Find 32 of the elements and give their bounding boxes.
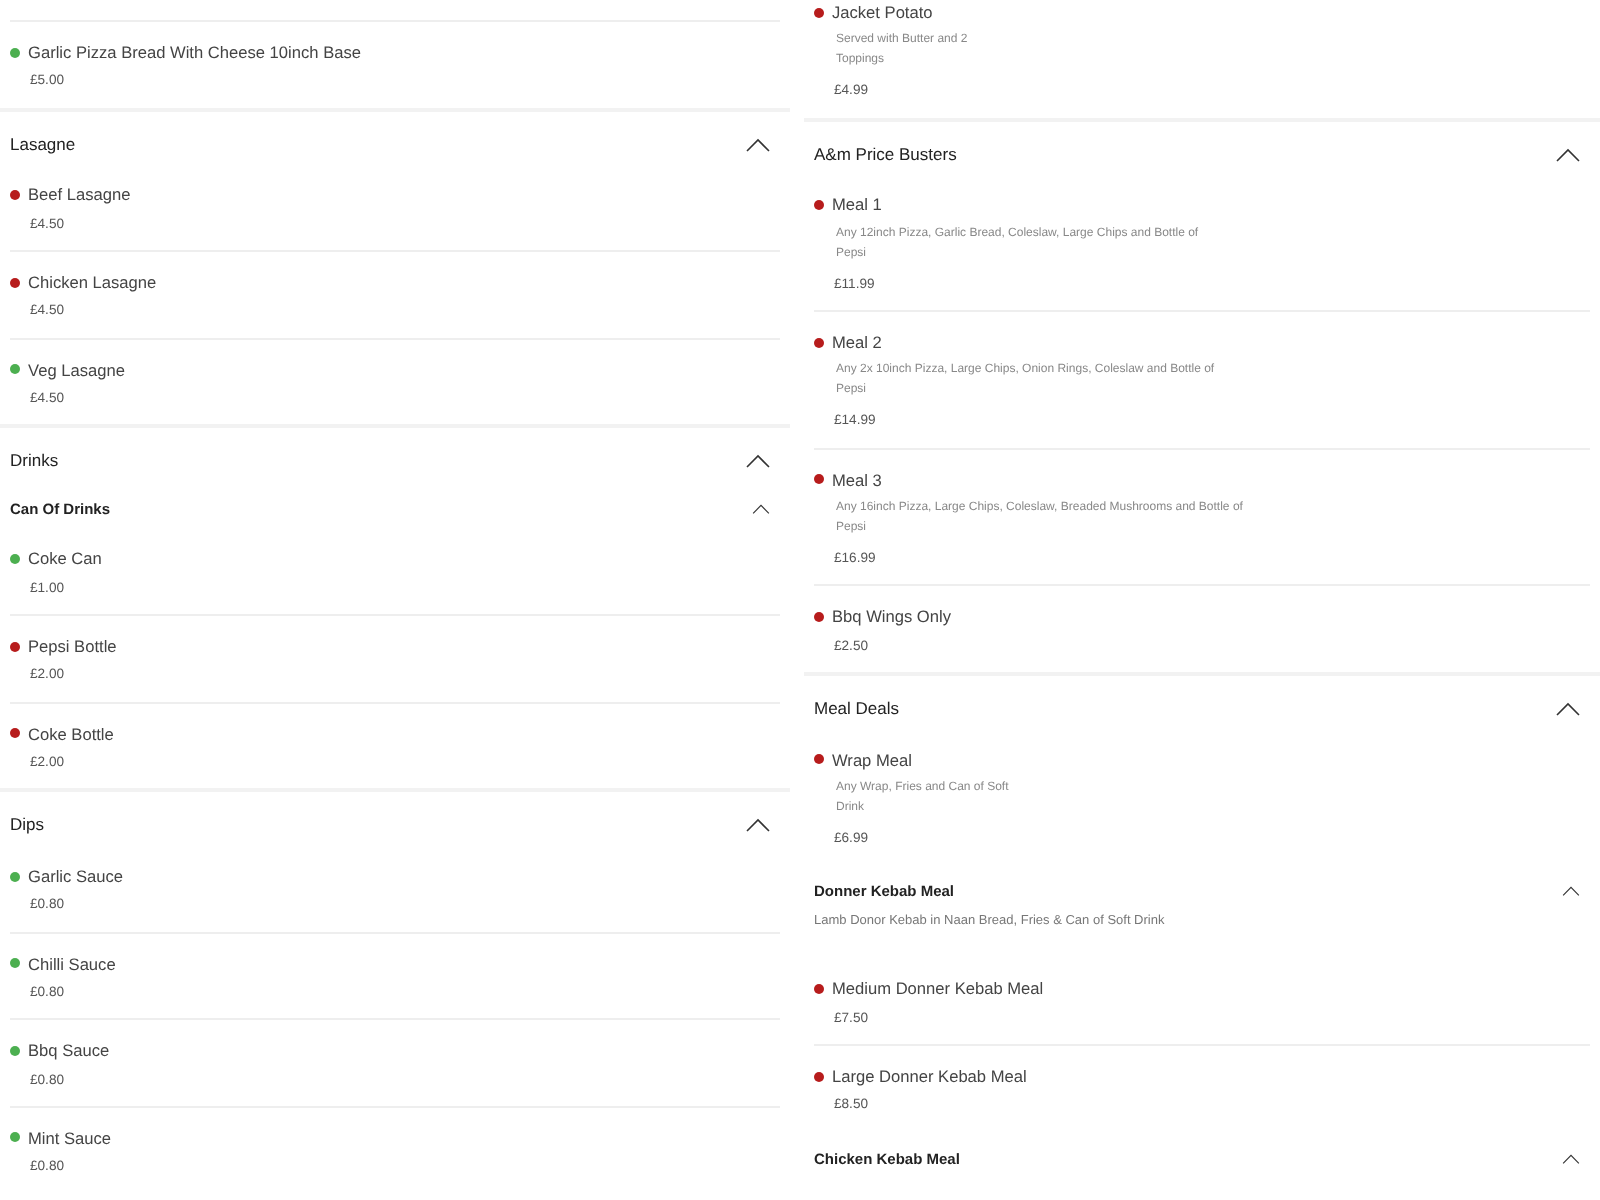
section-title: Drinks — [10, 448, 59, 474]
chevron-up-icon[interactable] — [1556, 147, 1580, 161]
chevron-up-icon[interactable] — [752, 504, 770, 515]
item-name[interactable]: Meal 1 — [832, 192, 882, 218]
item-name[interactable]: Large Donner Kebab Meal — [832, 1063, 1027, 1089]
item-name[interactable]: Bbq Wings Only — [832, 604, 951, 630]
item-name[interactable]: Medium Donner Kebab Meal — [832, 976, 1044, 1002]
item-name[interactable]: Bbq Sauce — [28, 1038, 110, 1064]
item-name[interactable]: Chicken Lasagne — [28, 270, 157, 295]
item-name[interactable]: Wrap Meal — [832, 747, 912, 773]
item-name[interactable]: Chilli Sauce — [28, 951, 116, 976]
section-title: Dips — [10, 812, 45, 838]
section-title: Meal Deals — [814, 695, 900, 722]
item-name[interactable]: Beef Lasagne — [28, 182, 131, 208]
section-title: A&m Price Busters — [814, 141, 957, 167]
item-name[interactable]: Coke Bottle — [28, 721, 114, 746]
item-name[interactable]: Coke Can — [28, 546, 102, 572]
item-name[interactable]: Mint Sauce — [28, 1125, 112, 1151]
item-name[interactable]: Pepsi Bottle — [28, 633, 117, 659]
chevron-up-icon[interactable] — [1562, 886, 1580, 897]
chevron-up-icon[interactable] — [1556, 701, 1580, 716]
item-name[interactable]: Meal 3 — [832, 467, 882, 493]
chevron-up-icon[interactable] — [746, 454, 770, 469]
chevron-up-icon[interactable] — [746, 818, 770, 832]
item-name[interactable]: Veg Lasagne — [28, 357, 125, 383]
section-title: Lasagne — [10, 131, 76, 157]
item-name[interactable]: Garlic Pizza Bread With Cheese 10inch Base — [28, 40, 361, 65]
item-name[interactable]: Meal 2 — [832, 330, 882, 355]
item-name[interactable]: Garlic Sauce — [28, 863, 123, 889]
chevron-up-icon[interactable] — [746, 137, 770, 151]
item-name[interactable]: Jacket Potato — [832, 0, 933, 25]
chevron-up-icon[interactable] — [1562, 1153, 1580, 1164]
